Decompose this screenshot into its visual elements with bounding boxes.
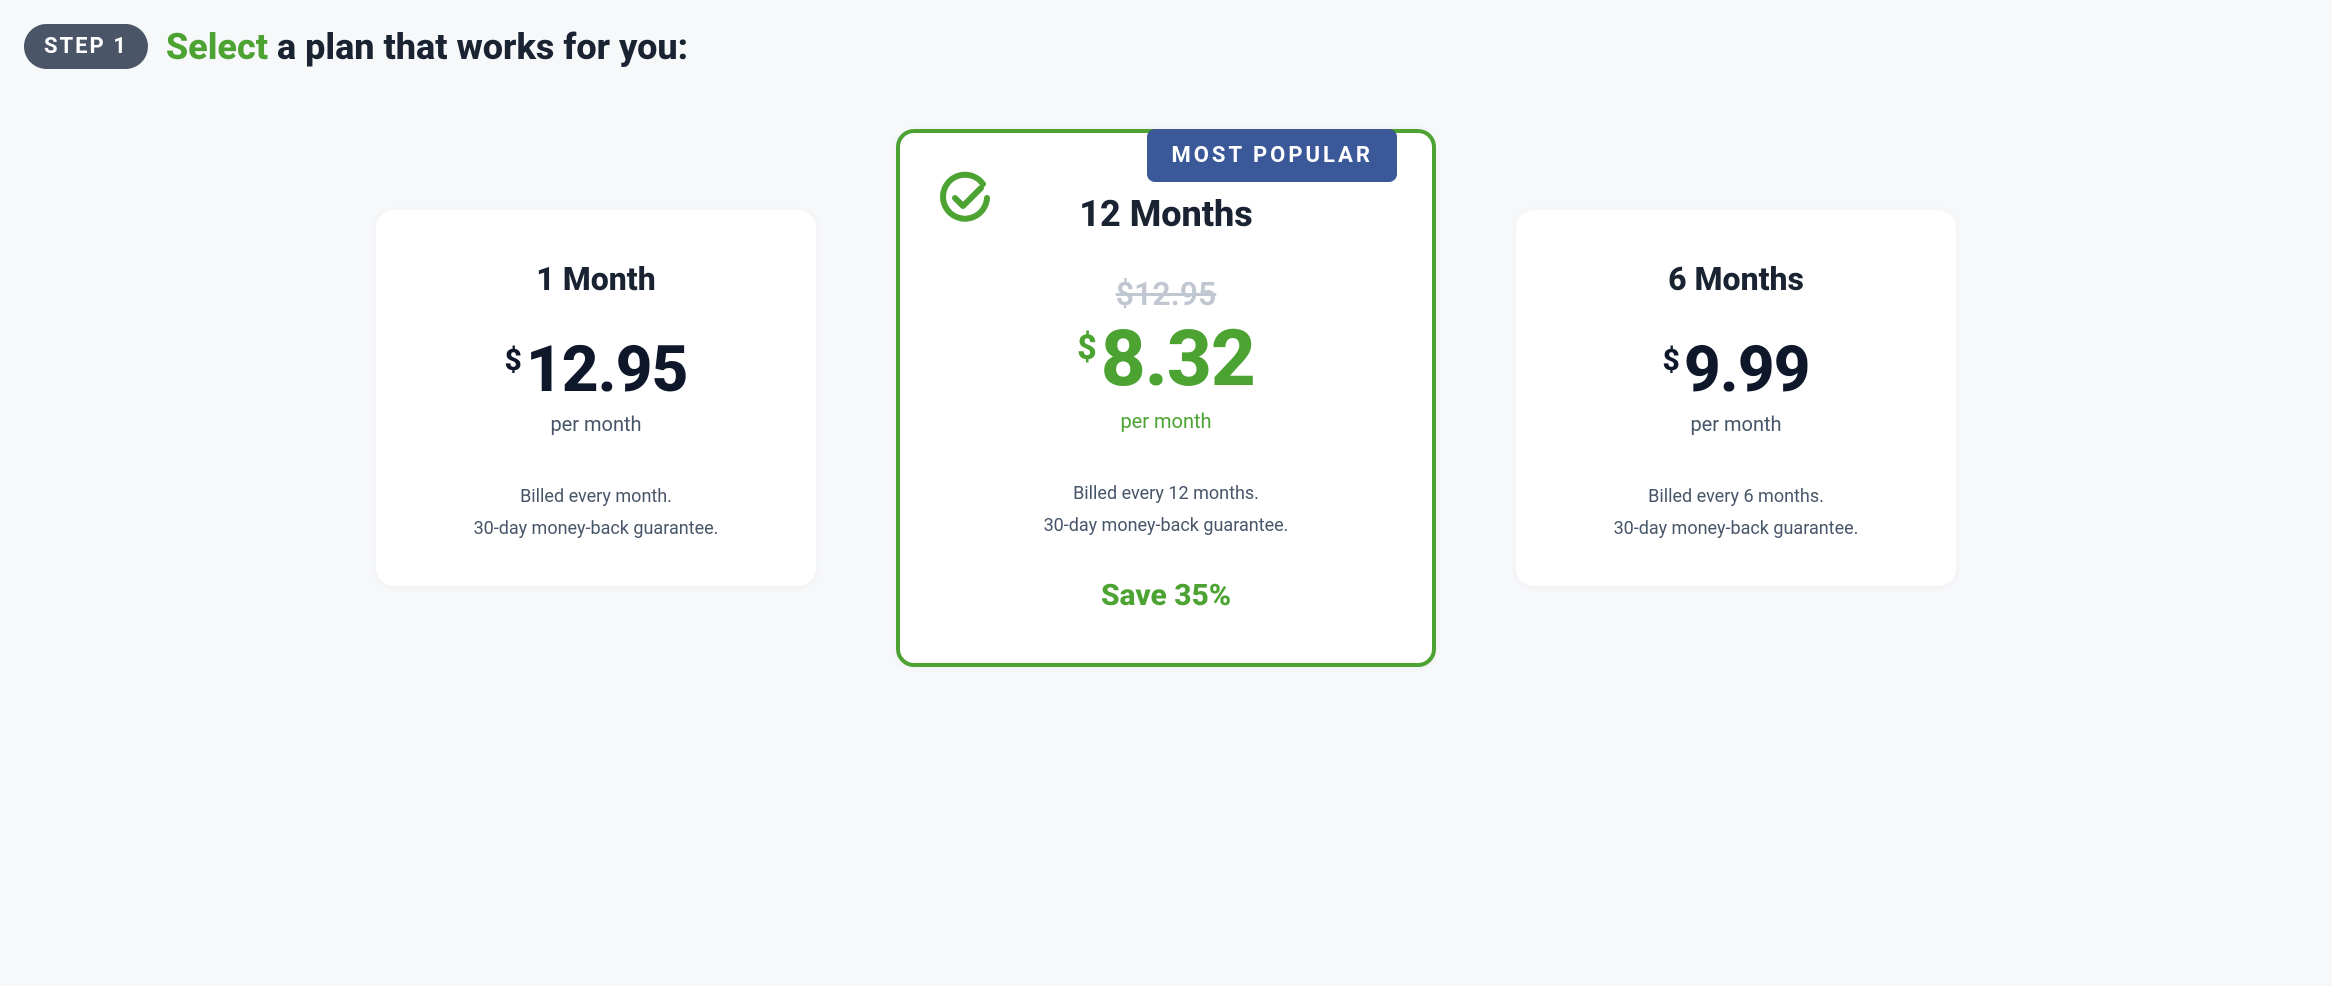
- billing-info: Billed every month. 30-day money-back gu…: [416, 481, 776, 546]
- step-header: STEP 1 Select a plan that works for you:: [24, 24, 2308, 69]
- page-title: Select a plan that works for you:: [166, 26, 688, 68]
- plan-title: 6 Months: [1556, 260, 1916, 298]
- check-circle-icon: [935, 168, 995, 232]
- save-badge: Save 35%: [940, 578, 1392, 613]
- currency-symbol: $: [505, 343, 522, 378]
- original-price: $12.95: [940, 275, 1392, 313]
- currency-symbol: $: [1077, 328, 1097, 368]
- billing-line: Billed every 12 months.: [940, 478, 1392, 510]
- plan-card-1-month[interactable]: 1 Month $12.95 per month Billed every mo…: [376, 210, 816, 586]
- price-amount: 9.99: [1684, 332, 1810, 407]
- currency-symbol: $: [1663, 343, 1680, 378]
- billing-info: Billed every 12 months. 30-day money-bac…: [940, 478, 1392, 543]
- price-amount: 8.32: [1101, 314, 1255, 405]
- per-month-label: per month: [940, 409, 1392, 433]
- price-block: $9.99: [1556, 338, 1916, 402]
- price-block: $12.95: [416, 338, 776, 402]
- step-badge: STEP 1: [24, 24, 148, 69]
- guarantee-line: 30-day money-back guarantee.: [940, 510, 1392, 542]
- guarantee-line: 30-day money-back guarantee.: [416, 513, 776, 545]
- plans-container: 1 Month $12.95 per month Billed every mo…: [316, 129, 2016, 667]
- plan-title: 12 Months: [940, 193, 1392, 235]
- price-block: $8.32: [940, 321, 1392, 399]
- plan-card-6-months[interactable]: 6 Months $9.99 per month Billed every 6 …: [1516, 210, 1956, 586]
- plan-card-12-months[interactable]: MOST POPULAR 12 Months $12.95 $8.32 per …: [896, 129, 1436, 667]
- price-amount: 12.95: [526, 332, 688, 407]
- per-month-label: per month: [1556, 412, 1916, 436]
- most-popular-tag: MOST POPULAR: [1147, 129, 1397, 182]
- title-highlight: Select: [166, 26, 268, 68]
- guarantee-line: 30-day money-back guarantee.: [1556, 513, 1916, 545]
- plan-title: 1 Month: [416, 260, 776, 298]
- billing-line: Billed every month.: [416, 481, 776, 513]
- title-rest: a plan that works for you:: [268, 26, 688, 68]
- billing-info: Billed every 6 months. 30-day money-back…: [1556, 481, 1916, 546]
- per-month-label: per month: [416, 412, 776, 436]
- billing-line: Billed every 6 months.: [1556, 481, 1916, 513]
